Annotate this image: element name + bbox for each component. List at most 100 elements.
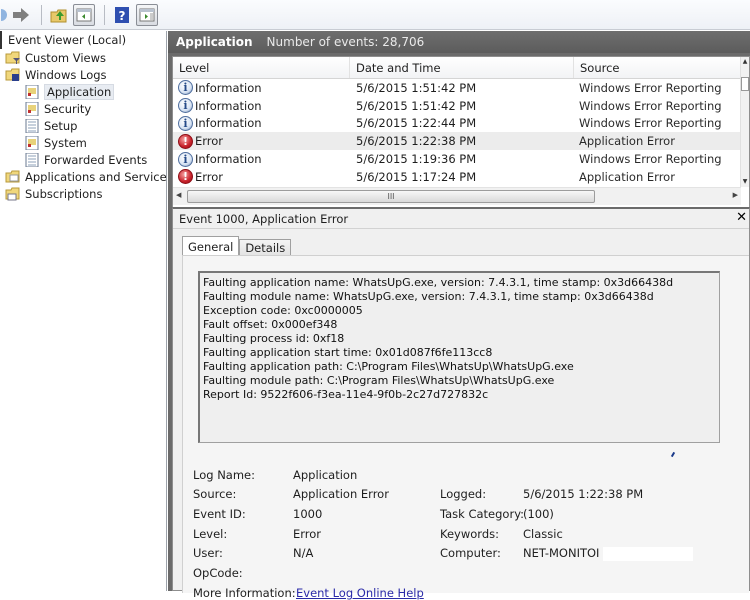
event-level: Error <box>195 134 224 149</box>
events-horizontal-scrollbar[interactable]: ◀ III ▶ <box>173 187 741 205</box>
column-header-source[interactable]: Source <box>574 57 741 78</box>
user-value: N/A <box>293 546 314 560</box>
event-date: 5/6/2015 1:17:24 PM <box>356 169 477 184</box>
folder-logs-icon <box>5 68 20 81</box>
tree-item-application[interactable]: Application <box>0 83 166 100</box>
tree-item-label: Custom Views <box>25 50 106 65</box>
show-hide-tree-button[interactable] <box>73 3 95 26</box>
arrow-left-icon <box>1 8 7 21</box>
column-header-date[interactable]: Date and Time <box>350 57 574 78</box>
log-plain-icon <box>25 152 39 167</box>
keywords-label: Keywords: <box>440 527 499 541</box>
level-value: Error <box>293 527 322 541</box>
events-vertical-scrollbar[interactable]: ▲ ▼ <box>740 57 749 187</box>
event-level: Information <box>195 116 262 131</box>
information-icon: i <box>178 115 193 131</box>
folder-icon <box>5 170 20 182</box>
tab-details[interactable]: Details <box>239 239 292 256</box>
log-name-label: Log Name: <box>193 468 255 482</box>
event-detail-pane: Event 1000, Application Error ✕ General … <box>172 207 750 600</box>
main-pane: Application Number of events: 28,706 Lev… <box>168 31 750 600</box>
scroll-up-arrow-icon[interactable]: ▲ <box>741 58 749 65</box>
event-source: Windows Error Reporting <box>579 152 722 167</box>
event-level: Information <box>195 98 262 113</box>
description-line: Faulting module name: WhatsUpG.exe, vers… <box>203 290 654 303</box>
log-icon <box>25 101 39 116</box>
opcode-label: OpCode: <box>193 566 243 580</box>
arrow-right-icon <box>13 7 29 22</box>
tree-item-custom-views[interactable]: Custom Views <box>0 49 166 66</box>
event-date: 5/6/2015 1:22:38 PM <box>356 134 477 149</box>
event-source: Windows Error Reporting <box>579 80 722 95</box>
tree-item-windows-logs[interactable]: Windows Logs <box>0 66 166 83</box>
information-icon: i <box>178 80 193 96</box>
event-level: Information <box>195 80 262 95</box>
computer-value: NET-MONITOI <box>523 546 600 560</box>
description-line: Report Id: 9522f606-f3ea-11e4-9f0b-2c27d… <box>203 388 489 401</box>
column-header-level[interactable]: Level <box>173 57 350 78</box>
event-title: Event 1000, Application Error <box>179 211 349 226</box>
event-row[interactable]: ! Error 5/6/2015 1:17:24 PM Application E… <box>173 168 741 186</box>
event-level: Information <box>195 152 262 167</box>
tree-item-label: System <box>44 135 87 150</box>
forward-button[interactable] <box>10 4 32 26</box>
help-button[interactable]: ? <box>111 4 133 26</box>
tree-item-label: Application <box>44 83 115 100</box>
event-rows: i Information 5/6/2015 1:51:42 PM Windows… <box>173 79 741 186</box>
event-source: Application Error <box>579 169 675 184</box>
tree-item-security[interactable]: Security <box>0 100 166 117</box>
log-icon <box>25 84 39 99</box>
show-hide-action-pane-button[interactable] <box>136 3 158 26</box>
event-date: 5/6/2015 1:51:42 PM <box>356 80 477 95</box>
column-headers: Level Date and Time Source <box>173 57 741 79</box>
event-count: Number of events: 28,706 <box>266 35 425 49</box>
console-tree-icon <box>76 8 92 21</box>
toolbar-separator <box>104 4 105 25</box>
tab-general[interactable]: General <box>182 236 240 256</box>
event-row[interactable]: i Information 5/6/2015 1:19:36 PM Windows… <box>173 150 741 168</box>
event-row[interactable]: i Information 5/6/2015 1:51:42 PM Windows… <box>173 97 741 115</box>
scroll-down-arrow-icon[interactable]: ▼ <box>741 178 749 185</box>
event-row-selected[interactable]: ! Error 5/6/2015 1:22:38 PM Application E… <box>173 132 741 151</box>
event-row[interactable]: i Information 5/6/2015 1:51:42 PM Windows… <box>173 79 741 97</box>
event-description[interactable]: Faulting application name: WhatsUpG.exe,… <box>198 271 720 443</box>
tree-item-setup[interactable]: Setup <box>0 117 166 134</box>
computer-label: Computer: <box>440 546 501 560</box>
event-log-online-help-link[interactable]: Event Log Online Help <box>296 586 424 600</box>
logged-value: 5/6/2015 1:22:38 PM <box>523 487 644 501</box>
back-button[interactable] <box>0 4 8 26</box>
information-icon: i <box>178 98 193 114</box>
event-source: Windows Error Reporting <box>579 116 722 131</box>
event-level: Error <box>195 169 224 184</box>
event-date: 5/6/2015 1:51:42 PM <box>356 98 477 113</box>
tree-item-system[interactable]: System <box>0 134 166 151</box>
log-icon <box>25 135 39 150</box>
information-icon: i <box>178 151 193 167</box>
up-folder-button[interactable] <box>48 4 70 26</box>
description-line: Faulting module path: C:\Program Files\W… <box>203 374 555 387</box>
redaction-block <box>603 546 694 561</box>
folder-filter-icon <box>5 51 20 64</box>
action-pane-icon <box>139 8 155 21</box>
computer-value-group: NET-MONITOI <box>523 546 694 561</box>
level-label: Level: <box>193 527 228 541</box>
scroll-left-arrow-icon[interactable]: ◀ <box>176 191 181 199</box>
description-line: Fault offset: 0x000ef348 <box>203 318 338 331</box>
log-name-value: Application <box>293 468 358 482</box>
scroll-thumb[interactable]: III <box>187 190 595 203</box>
tree-root-event-viewer[interactable]: Event Viewer (Local) <box>0 31 166 49</box>
tree-item-forwarded-events[interactable]: Forwarded Events <box>0 151 166 168</box>
folder-subscriptions-icon <box>5 187 20 200</box>
description-line: Faulting process id: 0xf18 <box>203 332 345 345</box>
scroll-thumb[interactable] <box>741 77 749 91</box>
event-id-label: Event ID: <box>193 507 246 521</box>
logged-label: Logged: <box>440 487 487 501</box>
detail-tabs: General Details <box>182 236 292 256</box>
tree-item-applications-and-services[interactable]: Applications and Services Lo <box>0 168 166 185</box>
description-line: Faulting application start time: 0x01d08… <box>203 346 493 359</box>
scroll-right-arrow-icon[interactable]: ▶ <box>733 191 738 199</box>
close-icon[interactable]: ✕ <box>736 210 747 225</box>
tree-item-subscriptions[interactable]: Subscriptions <box>0 185 166 202</box>
events-list: Level Date and Time Source i Information … <box>172 56 750 210</box>
event-row[interactable]: i Information 5/6/2015 1:22:44 PM Windows… <box>173 115 741 133</box>
